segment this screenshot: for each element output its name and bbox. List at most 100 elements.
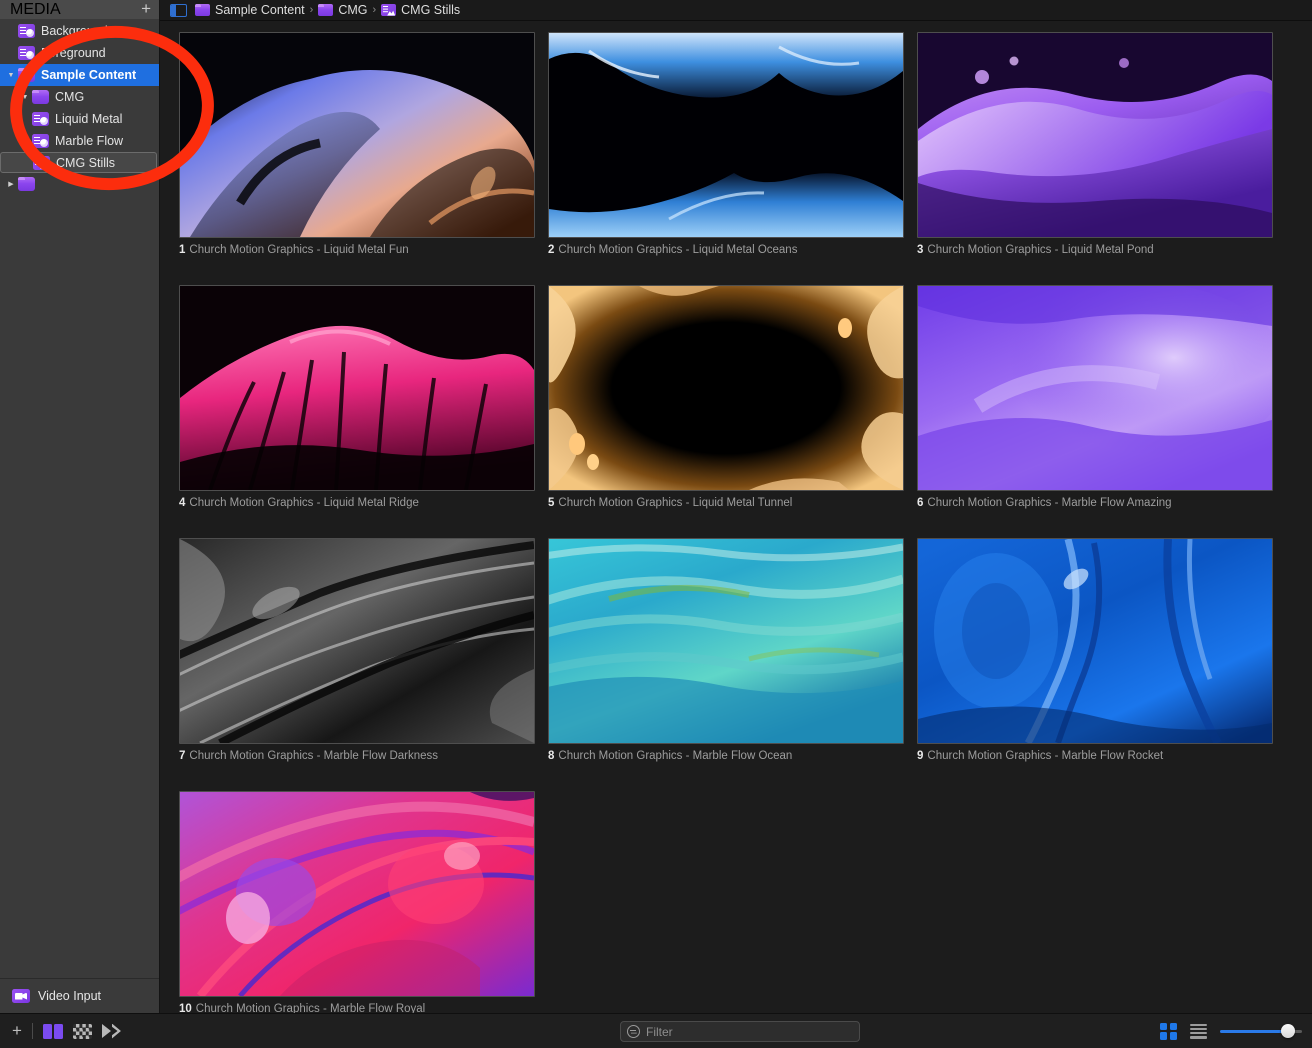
add-media-playlist-button[interactable]: + bbox=[141, 0, 151, 19]
media-grid-area: 1 Church Motion Graphics - Liquid Metal F… bbox=[160, 21, 1312, 1013]
media-grid-item[interactable]: 3 Church Motion Graphics - Liquid Metal P… bbox=[917, 32, 1273, 256]
media-thumbnail[interactable] bbox=[917, 32, 1273, 238]
media-thumbnail[interactable] bbox=[548, 285, 904, 491]
media-index: 1 bbox=[179, 244, 186, 256]
media-thumbnail[interactable] bbox=[917, 285, 1273, 491]
chevron-right-icon[interactable] bbox=[4, 181, 18, 188]
media-playlist-icon bbox=[18, 46, 35, 60]
filter-icon bbox=[627, 1025, 640, 1038]
filter-input[interactable]: Filter bbox=[620, 1021, 860, 1042]
thumbnail-art bbox=[549, 286, 903, 490]
media-title: Church Motion Graphics - Marble Flow Roy… bbox=[195, 1003, 426, 1013]
media-title: Church Motion Graphics - Liquid Metal Tu… bbox=[558, 497, 793, 509]
media-grid-item[interactable]: 10 Church Motion Graphics - Marble Flow R… bbox=[179, 791, 535, 1013]
media-index: 6 bbox=[917, 497, 924, 509]
sidebar-item-label: Liquid Metal bbox=[55, 112, 123, 126]
media-thumbnail[interactable] bbox=[179, 791, 535, 997]
media-thumbnail[interactable] bbox=[179, 32, 535, 238]
thumbnail-art bbox=[180, 539, 534, 743]
media-index: 8 bbox=[548, 750, 555, 762]
chevron-down-icon[interactable] bbox=[18, 94, 32, 101]
media-grid-item[interactable]: 5 Church Motion Graphics - Liquid Metal T… bbox=[548, 285, 904, 509]
media-caption: 4 Church Motion Graphics - Liquid Metal R… bbox=[179, 497, 535, 509]
breadcrumb-item-sample-content[interactable]: Sample Content bbox=[195, 3, 305, 17]
sidebar-item-backgrounds[interactable]: Backgrounds bbox=[0, 20, 159, 42]
main-body: MEDIA + Backgrounds Foreground Sam bbox=[0, 0, 1312, 1013]
fast-forward-icon[interactable] bbox=[101, 1023, 121, 1039]
media-caption: 8 Church Motion Graphics - Marble Flow Oc… bbox=[548, 750, 904, 762]
breadcrumb-item-cmg-stills[interactable]: CMG Stills bbox=[381, 3, 460, 17]
media-index: 9 bbox=[917, 750, 924, 762]
sidebar-item-label: Marble Flow bbox=[55, 134, 124, 148]
thumbnail-art bbox=[918, 33, 1272, 237]
toolbar-divider bbox=[31, 1023, 33, 1039]
media-image-icon bbox=[33, 155, 50, 170]
breadcrumb-label: Sample Content bbox=[215, 3, 305, 17]
toolbar-right-group bbox=[1160, 1014, 1302, 1048]
folder-icon bbox=[195, 4, 210, 16]
list-view-icon[interactable] bbox=[1190, 1023, 1207, 1039]
thumbnail-art bbox=[549, 539, 903, 743]
breadcrumb: Sample Content › CMG › CMG Stills bbox=[195, 3, 460, 17]
thumbnail-art bbox=[180, 286, 534, 490]
media-caption: 3 Church Motion Graphics - Liquid Metal P… bbox=[917, 244, 1273, 256]
media-grid-item[interactable]: 7 Church Motion Graphics - Marble Flow Da… bbox=[179, 538, 535, 762]
sidebar-title: MEDIA bbox=[10, 0, 61, 18]
media-title: Church Motion Graphics - Marble Flow Dar… bbox=[189, 750, 439, 762]
thumbnail-size-slider[interactable] bbox=[1220, 1023, 1302, 1039]
media-grid-item[interactable]: 6 Church Motion Graphics - Marble Flow Am… bbox=[917, 285, 1273, 509]
filter-placeholder: Filter bbox=[646, 1024, 673, 1039]
sidebar-toggle-icon[interactable] bbox=[170, 3, 187, 17]
media-caption: 10 Church Motion Graphics - Marble Flow R… bbox=[179, 1003, 535, 1013]
sidebar-item-cmg[interactable]: CMG bbox=[0, 86, 159, 108]
thumbnail-art bbox=[918, 286, 1272, 490]
sidebar-item-cmg-stills[interactable]: CMG Stills bbox=[0, 152, 157, 173]
media-thumbnail[interactable] bbox=[917, 538, 1273, 744]
breadcrumb-label: CMG bbox=[338, 3, 368, 17]
media-thumbnail[interactable] bbox=[179, 285, 535, 491]
media-image-icon bbox=[381, 4, 397, 16]
media-playlist-icon bbox=[32, 134, 49, 148]
video-input-label[interactable]: Video Input bbox=[38, 989, 101, 1003]
media-index: 5 bbox=[548, 497, 555, 509]
media-thumbnail[interactable] bbox=[548, 538, 904, 744]
media-grid-item[interactable]: 8 Church Motion Graphics - Marble Flow Oc… bbox=[548, 538, 904, 762]
media-caption: 9 Church Motion Graphics - Marble Flow Ro… bbox=[917, 750, 1273, 762]
media-thumbnail[interactable] bbox=[179, 538, 535, 744]
transparency-icon[interactable] bbox=[72, 1023, 92, 1039]
media-index: 7 bbox=[179, 750, 186, 762]
grid-view-icon[interactable] bbox=[1160, 1022, 1177, 1040]
sidebar-item-collapsed-folder[interactable] bbox=[0, 173, 159, 195]
media-title: Church Motion Graphics - Marble Flow Roc… bbox=[927, 750, 1164, 762]
add-media-button[interactable]: + bbox=[12, 1022, 22, 1041]
sidebar-item-label: CMG Stills bbox=[56, 155, 116, 170]
sidebar-item-marble-flow[interactable]: Marble Flow bbox=[0, 130, 159, 152]
media-grid-item[interactable]: 9 Church Motion Graphics - Marble Flow Ro… bbox=[917, 538, 1273, 762]
folder-icon bbox=[32, 90, 49, 104]
media-index: 2 bbox=[548, 244, 555, 256]
thumbnail-art bbox=[549, 33, 903, 237]
media-grid-item[interactable]: 1 Church Motion Graphics - Liquid Metal F… bbox=[179, 32, 535, 256]
split-panes-icon[interactable] bbox=[42, 1023, 63, 1039]
chevron-down-icon[interactable] bbox=[4, 72, 18, 79]
breadcrumb-separator: › bbox=[309, 4, 314, 16]
media-grid-item[interactable]: 2 Church Motion Graphics - Liquid Metal O… bbox=[548, 32, 904, 256]
breadcrumb-item-cmg[interactable]: CMG bbox=[318, 3, 367, 17]
sidebar-item-liquid-metal[interactable]: Liquid Metal bbox=[0, 108, 159, 130]
slider-handle[interactable] bbox=[1281, 1024, 1295, 1038]
media-grid-item[interactable]: 4 Church Motion Graphics - Liquid Metal R… bbox=[179, 285, 535, 509]
sidebar-item-sample-content[interactable]: Sample Content bbox=[0, 64, 159, 86]
media-title: Church Motion Graphics - Marble Flow Ama… bbox=[927, 497, 1172, 509]
media-caption: 1 Church Motion Graphics - Liquid Metal F… bbox=[179, 244, 535, 256]
sidebar-header: MEDIA + bbox=[0, 0, 159, 19]
sidebar-item-label: Backgrounds bbox=[41, 24, 114, 38]
media-title: Church Motion Graphics - Marble Flow Oce… bbox=[558, 750, 793, 762]
media-caption: 6 Church Motion Graphics - Marble Flow Am… bbox=[917, 497, 1273, 509]
media-grid: 1 Church Motion Graphics - Liquid Metal F… bbox=[179, 32, 1294, 1013]
media-index: 3 bbox=[917, 244, 924, 256]
sidebar-playlist-list: Backgrounds Foreground Sample Content CM… bbox=[0, 19, 159, 978]
media-thumbnail[interactable] bbox=[548, 32, 904, 238]
sidebar-item-foreground[interactable]: Foreground bbox=[0, 42, 159, 64]
breadcrumb-label: CMG Stills bbox=[401, 3, 461, 17]
thumbnail-art bbox=[918, 539, 1272, 743]
